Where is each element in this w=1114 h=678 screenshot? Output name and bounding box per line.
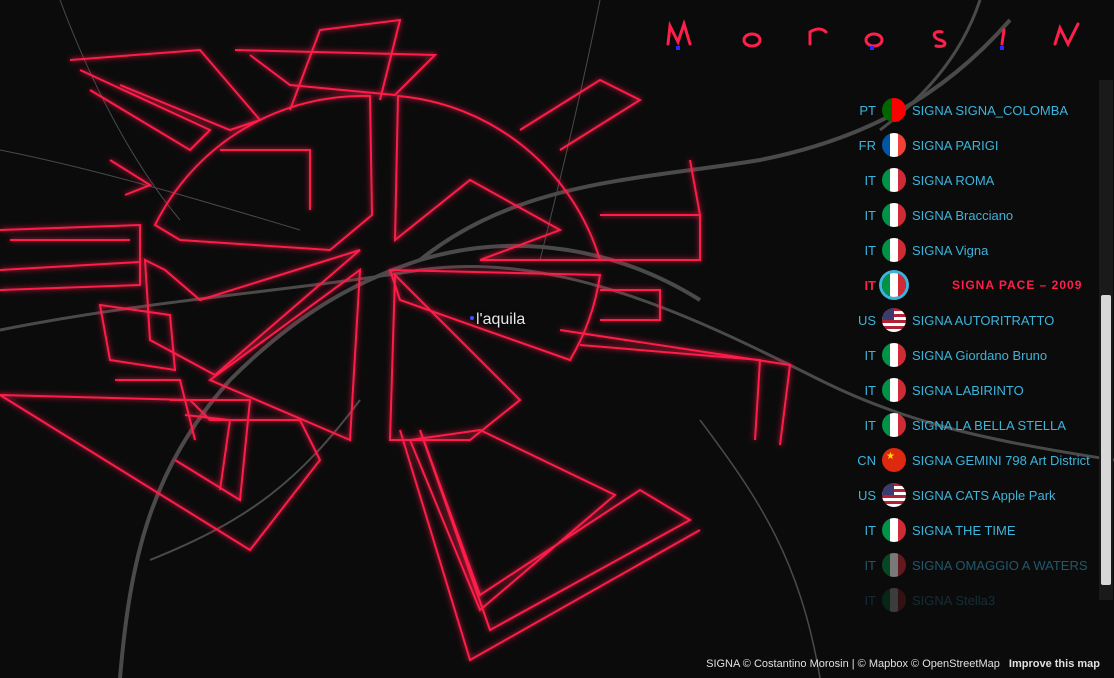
artwork-name: SIGNA THE TIME — [912, 522, 1016, 538]
it-flag-icon — [882, 553, 906, 577]
list-item[interactable]: IT SIGNA ROMA — [842, 165, 1100, 195]
country-code: IT — [864, 417, 876, 433]
artwork-name: SIGNA ROMA — [912, 172, 995, 188]
artwork-name: SIGNA Bracciano — [912, 207, 1014, 223]
attribution-text: SIGNA © Costantino Morosin | © Mapbox © … — [706, 658, 1000, 670]
artwork-name: SIGNA SIGNA_COLOMBA — [912, 102, 1069, 118]
country-code: US — [857, 487, 876, 503]
list-item[interactable]: IT SIGNA Bracciano — [842, 200, 1100, 230]
country-code: FR — [858, 137, 876, 153]
it-flag-icon — [882, 378, 906, 402]
map-attribution: SIGNA © Costantino Morosin | © Mapbox © … — [706, 658, 1100, 670]
artwork-name: SIGNA GEMINI 798 Art District — [912, 452, 1090, 468]
list-item[interactable]: IT SIGNA OMAGGIO A WATERS — [842, 550, 1100, 580]
country-code: IT — [864, 277, 876, 293]
pt-flag-icon — [882, 98, 906, 122]
country-code: PT — [859, 102, 876, 118]
it-flag-icon — [882, 413, 906, 437]
list-item[interactable]: IT SIGNA LA BELLA STELLA — [842, 410, 1100, 440]
artwork-list[interactable]: PT SIGNA SIGNA_COLOMBA FR SIGNA PARIGI IT SIG… — [842, 60, 1100, 620]
artwork-name: SIGNA PACE – 2009 — [952, 278, 1083, 292]
artwork-name: SIGNA Giordano Bruno — [912, 347, 1048, 363]
cn-flag-icon: ★ — [882, 448, 906, 472]
it-flag-icon — [882, 588, 906, 612]
artwork-name: SIGNA Vigna — [912, 242, 989, 258]
artwork-name: SIGNA AUTORITRATTO — [912, 312, 1055, 328]
list-item[interactable]: IT SIGNA Stella3 — [842, 585, 1100, 615]
country-code: IT — [864, 592, 876, 608]
it-flag-icon — [882, 168, 906, 192]
scrollbar-thumb[interactable] — [1101, 295, 1111, 585]
country-code: IT — [864, 347, 876, 363]
artwork-name: SIGNA PARIGI — [912, 137, 999, 153]
artwork-name: SIGNA CATS Apple Park — [912, 487, 1056, 503]
morosin-logo — [666, 19, 1080, 50]
it-flag-icon — [882, 273, 906, 297]
city-label: l'aquila — [476, 311, 526, 328]
it-flag-icon — [882, 343, 906, 367]
list-item[interactable]: IT SIGNA Vigna — [842, 235, 1100, 265]
us-flag-icon — [882, 308, 906, 332]
artwork-name: SIGNA Stella3 — [912, 592, 996, 608]
city-marker[interactable] — [470, 316, 474, 320]
fr-flag-icon — [882, 133, 906, 157]
country-code: US — [857, 312, 876, 328]
it-flag-icon — [882, 238, 906, 262]
us-flag-icon — [882, 483, 906, 507]
artwork-name: SIGNA LABIRINTO — [912, 382, 1024, 398]
it-flag-icon — [882, 518, 906, 542]
list-scrollbar[interactable] — [1099, 80, 1113, 600]
list-item[interactable]: PT SIGNA SIGNA_COLOMBA — [842, 95, 1100, 125]
list-item[interactable]: IT SIGNA THE TIME — [842, 515, 1100, 545]
signa-artwork — [0, 18, 792, 662]
list-item[interactable]: CN ★ SIGNA GEMINI 798 Art District — [842, 445, 1100, 475]
country-code: CN — [857, 452, 876, 468]
country-code: IT — [864, 242, 876, 258]
country-code: IT — [864, 382, 876, 398]
it-flag-icon — [882, 203, 906, 227]
country-code: IT — [864, 172, 876, 188]
list-item[interactable]: FR SIGNA PARIGI — [842, 130, 1100, 160]
list-item[interactable]: US SIGNA AUTORITRATTO — [842, 305, 1100, 335]
list-item[interactable]: IT SIGNA PACE – 2009 — [842, 270, 1100, 300]
country-code: IT — [864, 522, 876, 538]
list-item[interactable]: IT SIGNA Giordano Bruno — [842, 340, 1100, 370]
improve-map-link[interactable]: Improve this map — [1009, 658, 1100, 670]
list-item[interactable]: IT SIGNA LABIRINTO — [842, 375, 1100, 405]
country-code: IT — [864, 207, 876, 223]
artwork-name: SIGNA LA BELLA STELLA — [912, 417, 1066, 433]
country-code: IT — [864, 557, 876, 573]
list-item[interactable]: US SIGNA CATS Apple Park — [842, 480, 1100, 510]
artwork-name: SIGNA OMAGGIO A WATERS — [912, 557, 1088, 573]
